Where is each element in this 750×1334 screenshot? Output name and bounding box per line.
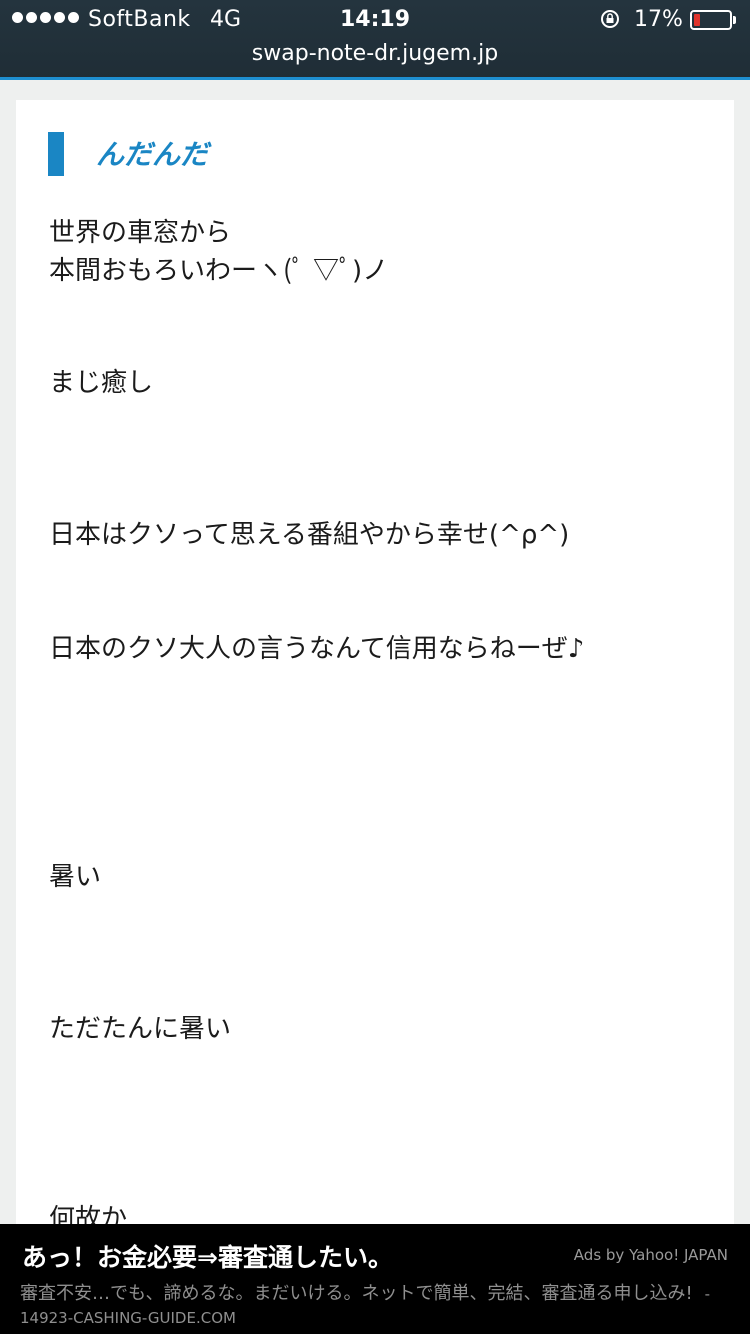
ad-headline[interactable]: あっ！お金必要⇒審査通したい。 — [22, 1238, 393, 1274]
status-bar: SoftBank 4G 14:19 17% swap-note-dr.jugem… — [0, 0, 750, 80]
battery-level-fill — [694, 14, 700, 26]
ad-banner[interactable]: あっ！お金必要⇒審査通したい。 Ads by Yahoo! JAPAN 審査不安… — [0, 1224, 750, 1334]
post-title[interactable]: んだんだ — [96, 133, 208, 173]
battery-icon — [690, 10, 736, 30]
post-line: 日本はクソって思える番組やから幸せ(^ρ^) — [49, 520, 570, 550]
rotation-lock-icon — [601, 10, 619, 28]
post-line: ただたんに暑い — [49, 1014, 232, 1044]
ad-source-label: Ads by Yahoo! JAPAN — [573, 1246, 728, 1264]
post-line: 世界の車窓から — [49, 218, 232, 248]
ad-description: 審査不安…でも、諦めるな。まだいける。ネットで簡単、完結、審査通る申し込み! — [20, 1283, 693, 1304]
battery-percentage: 17% — [634, 7, 683, 32]
post-line: 本間おもろいわーヽ(ﾟ ▽ﾟ)ノ — [49, 256, 389, 286]
title-accent-bar — [48, 132, 64, 176]
post-line: まじ癒し — [49, 368, 154, 398]
ad-body[interactable]: 審査不安…でも、諦めるな。まだいける。ネットで簡単、完結、審査通る申し込み! - … — [20, 1282, 730, 1330]
address-url[interactable]: swap-note-dr.jugem.jp — [0, 41, 750, 66]
post-line: 日本のクソ大人の言うなんて信用ならねーぜ♪ — [49, 634, 585, 664]
post-line: 暑い — [49, 862, 102, 892]
blog-post-card: んだんだ 世界の車窓から 本間おもろいわーヽ(ﾟ ▽ﾟ)ノ まじ癒し 日本はクソ… — [16, 100, 734, 1334]
toolbar-accent-line — [0, 77, 750, 80]
